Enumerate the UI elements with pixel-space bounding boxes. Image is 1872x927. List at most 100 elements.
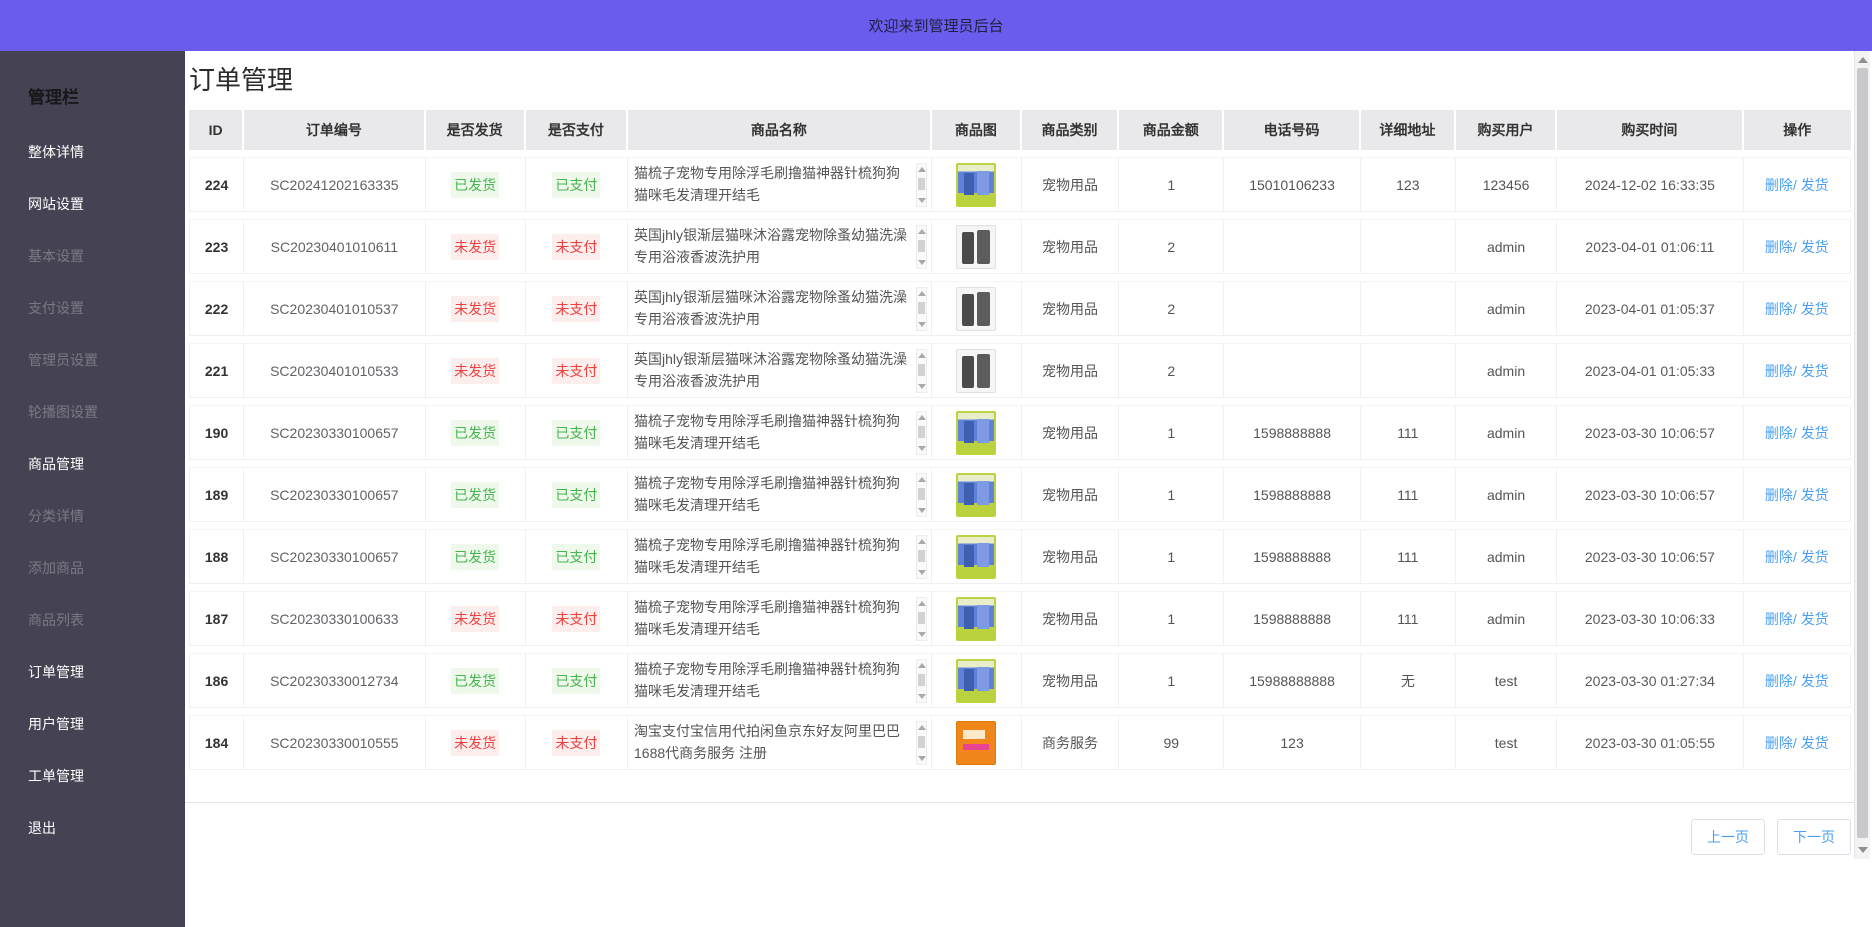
- mini-scrollbar[interactable]: [916, 163, 927, 207]
- product-thumbnail[interactable]: [956, 535, 996, 579]
- mini-scroll-up-icon[interactable]: [918, 663, 926, 668]
- mini-scroll-up-icon[interactable]: [918, 229, 926, 234]
- product-thumbnail[interactable]: [956, 287, 996, 331]
- mini-scroll-down-icon[interactable]: [918, 756, 926, 761]
- mini-scroll-thumb[interactable]: [918, 364, 925, 376]
- mini-scroll-up-icon[interactable]: [918, 415, 926, 420]
- delete-link[interactable]: 删除: [1765, 673, 1793, 689]
- page-scrollbar[interactable]: [1854, 51, 1870, 859]
- scrollbar-down-arrow-icon[interactable]: [1858, 847, 1868, 853]
- mini-scrollbar[interactable]: [916, 535, 927, 579]
- mini-scroll-thumb[interactable]: [918, 178, 925, 190]
- product-thumbnail[interactable]: [956, 721, 996, 765]
- mini-scroll-up-icon[interactable]: [918, 477, 926, 482]
- mini-scrollbar[interactable]: [916, 411, 927, 455]
- mini-scrollbar[interactable]: [916, 287, 927, 331]
- mini-scroll-down-icon[interactable]: [918, 198, 926, 203]
- sidebar-item[interactable]: 分类详情: [0, 490, 185, 542]
- product-name-scrollarea[interactable]: 猫梳子宠物专用除浮毛刷撸猫神器针梳狗狗猫咪毛发清理开结毛: [634, 472, 927, 518]
- mini-scrollbar[interactable]: [916, 225, 927, 269]
- mini-scrollbar[interactable]: [916, 721, 927, 765]
- ship-link[interactable]: 发货: [1801, 673, 1829, 689]
- sidebar-item[interactable]: 订单管理: [0, 646, 185, 698]
- mini-scroll-down-icon[interactable]: [918, 570, 926, 575]
- product-thumbnail[interactable]: [956, 349, 996, 393]
- delete-link[interactable]: 删除: [1765, 487, 1793, 503]
- product-thumbnail[interactable]: [956, 225, 996, 269]
- product-name-scrollarea[interactable]: 英国jhly银渐层猫咪沐浴露宠物除蚤幼猫洗澡专用浴液香波洗护用: [634, 286, 927, 332]
- mini-scroll-up-icon[interactable]: [918, 353, 926, 358]
- sidebar-item[interactable]: 轮播图设置: [0, 386, 185, 438]
- ship-link[interactable]: 发货: [1801, 487, 1829, 503]
- sidebar-item[interactable]: 用户管理: [0, 698, 185, 750]
- mini-scroll-thumb[interactable]: [918, 488, 925, 500]
- mini-scroll-down-icon[interactable]: [918, 322, 926, 327]
- sidebar-item[interactable]: 支付设置: [0, 282, 185, 334]
- delete-link[interactable]: 删除: [1765, 301, 1793, 317]
- mini-scroll-down-icon[interactable]: [918, 508, 926, 513]
- ship-link[interactable]: 发货: [1801, 301, 1829, 317]
- sidebar-item[interactable]: 基本设置: [0, 230, 185, 282]
- delete-link[interactable]: 删除: [1765, 735, 1793, 751]
- product-name-scrollarea[interactable]: 英国jhly银渐层猫咪沐浴露宠物除蚤幼猫洗澡专用浴液香波洗护用: [634, 224, 927, 270]
- ship-link[interactable]: 发货: [1801, 239, 1829, 255]
- scrollbar-thumb[interactable]: [1857, 68, 1868, 838]
- mini-scroll-down-icon[interactable]: [918, 384, 926, 389]
- mini-scroll-down-icon[interactable]: [918, 632, 926, 637]
- delete-link[interactable]: 删除: [1765, 549, 1793, 565]
- mini-scroll-thumb[interactable]: [918, 302, 925, 314]
- scrollbar-up-arrow-icon[interactable]: [1858, 57, 1868, 63]
- mini-scroll-thumb[interactable]: [918, 550, 925, 562]
- product-name-scrollarea[interactable]: 猫梳子宠物专用除浮毛刷撸猫神器针梳狗狗猫咪毛发清理开结毛: [634, 162, 927, 208]
- mini-scroll-thumb[interactable]: [918, 736, 925, 748]
- sidebar-item[interactable]: 商品管理: [0, 438, 185, 490]
- mini-scroll-down-icon[interactable]: [918, 694, 926, 699]
- ship-link[interactable]: 发货: [1801, 549, 1829, 565]
- mini-scroll-up-icon[interactable]: [918, 601, 926, 606]
- delete-link[interactable]: 删除: [1765, 611, 1793, 627]
- product-name-scrollarea[interactable]: 猫梳子宠物专用除浮毛刷撸猫神器针梳狗狗猫咪毛发清理开结毛: [634, 534, 927, 580]
- mini-scroll-up-icon[interactable]: [918, 167, 926, 172]
- product-name-scrollarea[interactable]: 英国jhly银渐层猫咪沐浴露宠物除蚤幼猫洗澡专用浴液香波洗护用: [634, 348, 927, 394]
- mini-scrollbar[interactable]: [916, 473, 927, 517]
- mini-scroll-up-icon[interactable]: [918, 725, 926, 730]
- delete-link[interactable]: 删除: [1765, 239, 1793, 255]
- product-thumbnail[interactable]: [956, 411, 996, 455]
- sidebar-item[interactable]: 退出: [0, 802, 185, 854]
- ship-link[interactable]: 发货: [1801, 363, 1829, 379]
- mini-scroll-up-icon[interactable]: [918, 539, 926, 544]
- product-thumbnail[interactable]: [956, 659, 996, 703]
- product-thumbnail[interactable]: [956, 597, 996, 641]
- delete-link[interactable]: 删除: [1765, 177, 1793, 193]
- product-thumbnail[interactable]: [956, 163, 996, 207]
- product-name-scrollarea[interactable]: 猫梳子宠物专用除浮毛刷撸猫神器针梳狗狗猫咪毛发清理开结毛: [634, 410, 927, 456]
- sidebar-item[interactable]: 添加商品: [0, 542, 185, 594]
- product-name-scrollarea[interactable]: 猫梳子宠物专用除浮毛刷撸猫神器针梳狗狗猫咪毛发清理开结毛: [634, 658, 927, 704]
- mini-scroll-thumb[interactable]: [918, 426, 925, 438]
- prev-page-button[interactable]: 上一页: [1691, 819, 1765, 855]
- ship-link[interactable]: 发货: [1801, 735, 1829, 751]
- mini-scrollbar[interactable]: [916, 659, 927, 703]
- mini-scroll-up-icon[interactable]: [918, 291, 926, 296]
- sidebar-item[interactable]: 商品列表: [0, 594, 185, 646]
- sidebar-item[interactable]: 工单管理: [0, 750, 185, 802]
- next-page-button[interactable]: 下一页: [1777, 819, 1851, 855]
- delete-link[interactable]: 删除: [1765, 425, 1793, 441]
- sidebar-item[interactable]: 网站设置: [0, 178, 185, 230]
- delete-link[interactable]: 删除: [1765, 363, 1793, 379]
- product-thumbnail[interactable]: [956, 473, 996, 517]
- ship-link[interactable]: 发货: [1801, 425, 1829, 441]
- ship-link[interactable]: 发货: [1801, 611, 1829, 627]
- mini-scrollbar[interactable]: [916, 597, 927, 641]
- sidebar-item[interactable]: 整体详情: [0, 126, 185, 178]
- mini-scroll-down-icon[interactable]: [918, 260, 926, 265]
- mini-scroll-thumb[interactable]: [918, 612, 925, 624]
- mini-scroll-thumb[interactable]: [918, 674, 925, 686]
- mini-scroll-down-icon[interactable]: [918, 446, 926, 451]
- mini-scroll-thumb[interactable]: [918, 240, 925, 252]
- ship-link[interactable]: 发货: [1801, 177, 1829, 193]
- mini-scrollbar[interactable]: [916, 349, 927, 393]
- product-name-scrollarea[interactable]: 猫梳子宠物专用除浮毛刷撸猫神器针梳狗狗猫咪毛发清理开结毛: [634, 596, 927, 642]
- product-name-scrollarea[interactable]: 淘宝支付宝信用代拍闲鱼京东好友阿里巴巴1688代商务服务 注册: [634, 720, 927, 766]
- sidebar-item[interactable]: 管理员设置: [0, 334, 185, 386]
